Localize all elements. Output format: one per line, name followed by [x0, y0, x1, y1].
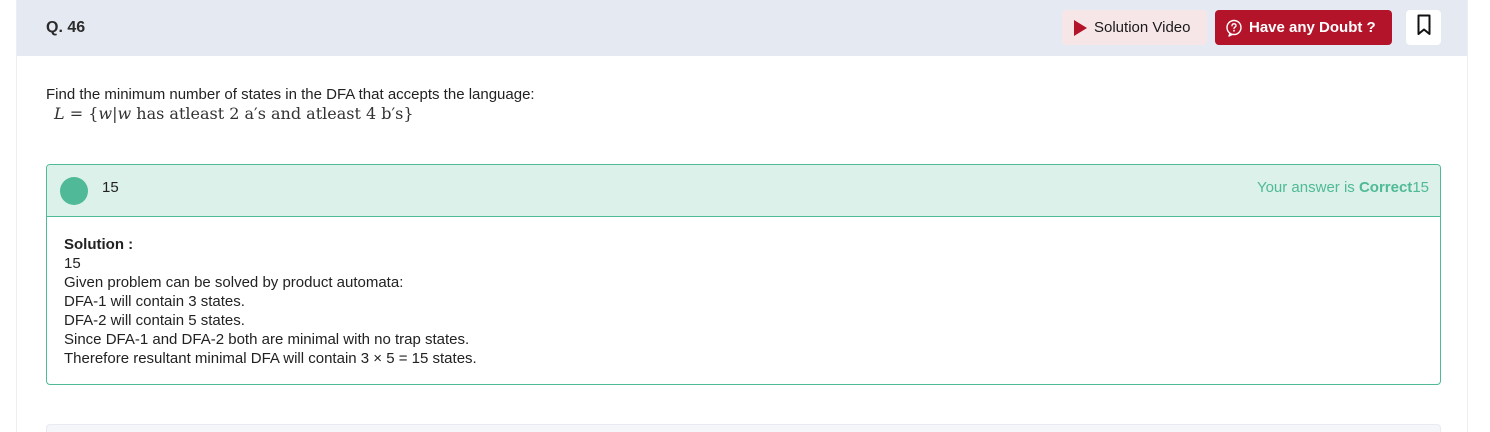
- bookmark-button[interactable]: [1406, 10, 1441, 45]
- answer-result: Your answer is Correct15: [1257, 179, 1429, 196]
- solution-line: DFA-1 will contain 3 states.: [64, 293, 245, 310]
- question-text: Find the minimum number of states in the…: [46, 86, 535, 103]
- math-set-close: }: [403, 104, 414, 123]
- math-lhs: L: [54, 104, 65, 123]
- math-equals: =: [69, 104, 84, 123]
- answer-indicator: [60, 177, 88, 205]
- result-prefix: Your answer is: [1256, 179, 1359, 196]
- have-doubt-label: Have any Doubt ?: [1249, 19, 1376, 36]
- result-value: 15: [1412, 179, 1429, 196]
- have-doubt-button[interactable]: Have any Doubt ?: [1215, 10, 1392, 45]
- solution-line: Since DFA-1 and DFA-2 both are minimal w…: [64, 331, 470, 348]
- question-header: Q. 46 Solution Video Have any Doubt ?: [17, 0, 1467, 56]
- play-icon: [1074, 19, 1087, 36]
- math-var2: w: [117, 104, 132, 123]
- math-set-open: {: [88, 104, 99, 123]
- question-bubble-icon: [1225, 19, 1243, 37]
- bookmark-icon: [1417, 14, 1431, 41]
- next-panel: [46, 424, 1441, 432]
- answer-value: 15: [102, 179, 119, 196]
- question-card: Q. 46 Solution Video Have any Doubt ? Fi…: [16, 0, 1468, 432]
- solution-line: Therefore resultant minimal DFA will con…: [64, 350, 477, 367]
- solution-line: DFA-2 will contain 5 states.: [64, 312, 245, 329]
- language-definition: L = {w|w has atleast 2 a′s and atleast 4…: [54, 104, 414, 123]
- solution-video-button[interactable]: Solution Video: [1062, 10, 1207, 45]
- math-condition: has atleast 2 a′s and atleast 4 b′s: [131, 104, 404, 123]
- answer-option[interactable]: 15 Your answer is Correct15: [47, 165, 1440, 217]
- question-number: Q. 46: [46, 19, 86, 36]
- math-var: w: [98, 104, 113, 123]
- solution-line: 15: [64, 255, 81, 272]
- solution-line: Given problem can be solved by product a…: [64, 274, 404, 291]
- answer-box: 15 Your answer is Correct15 Solution : 1…: [46, 164, 1441, 385]
- solution-section: Solution : 15 Given problem can be solve…: [64, 235, 477, 368]
- result-status: Correct: [1358, 179, 1413, 196]
- solution-video-label: Solution Video: [1094, 19, 1191, 36]
- solution-title: Solution :: [64, 236, 134, 253]
